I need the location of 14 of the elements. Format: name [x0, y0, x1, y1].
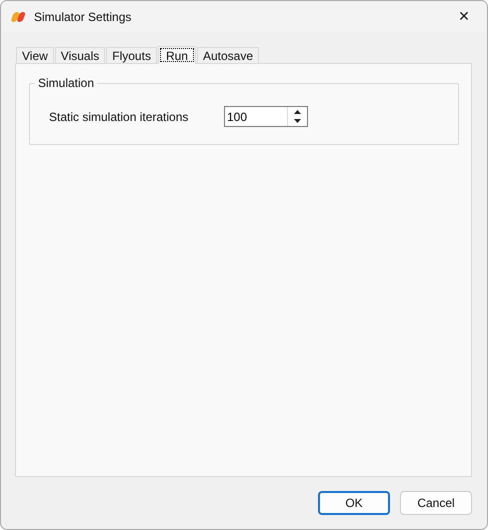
up-arrow-icon[interactable]: [293, 109, 302, 116]
window-title: Simulator Settings: [34, 10, 132, 24]
tab[interactable]: Run: [158, 46, 196, 64]
field-label: Static simulation iterations: [49, 110, 190, 124]
group-title: Simulation: [35, 76, 98, 90]
close-button[interactable]: ✕: [441, 1, 487, 32]
tab[interactable]: Flyouts: [106, 47, 157, 63]
logo-icon: [10, 12, 26, 22]
dialog-button[interactable]: Cancel: [400, 491, 472, 515]
dialog-button[interactable]: OK: [318, 491, 390, 515]
tab[interactable]: View: [16, 47, 54, 63]
down-arrow-icon[interactable]: [293, 118, 302, 124]
tab[interactable]: Autosave: [196, 47, 260, 63]
tab[interactable]: Visuals: [54, 47, 106, 63]
